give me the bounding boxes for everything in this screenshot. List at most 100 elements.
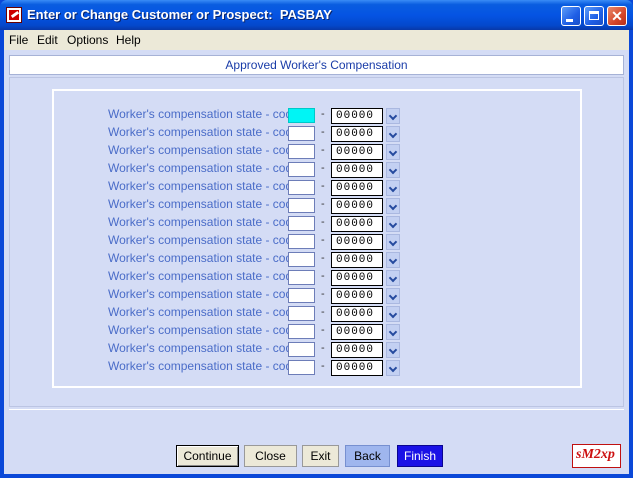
smxp-logo: sM2xp: [572, 444, 621, 468]
state-input[interactable]: [288, 324, 315, 339]
menu-options[interactable]: Options: [67, 33, 108, 47]
code-dropdown-button[interactable]: [386, 180, 400, 196]
minimize-button[interactable]: [561, 6, 581, 26]
code-input[interactable]: 00000: [331, 198, 383, 214]
row-dash: -: [321, 180, 325, 192]
close-icon: ✕: [611, 8, 623, 24]
window-title: Enter or Change Customer or Prospect: PA…: [27, 7, 332, 22]
row-dash: -: [321, 198, 325, 210]
row-dash: -: [321, 108, 325, 120]
form-content: Approved Worker's Compensation Worker's …: [4, 50, 629, 474]
code-input[interactable]: 00000: [331, 270, 383, 286]
row-dash: -: [321, 216, 325, 228]
app-icon[interactable]: [6, 7, 22, 23]
title-bar[interactable]: Enter or Change Customer or Prospect: PA…: [0, 0, 633, 30]
separator: [9, 409, 624, 410]
code-dropdown-button[interactable]: [386, 252, 400, 268]
code-dropdown-button[interactable]: [386, 270, 400, 286]
code-dropdown-button[interactable]: [386, 324, 400, 340]
row-dash: -: [321, 270, 325, 282]
close-window-button[interactable]: ✕: [607, 6, 627, 26]
finish-button[interactable]: Finish: [397, 445, 443, 467]
comp-row-label: Worker's compensation state - code: [108, 251, 299, 265]
code-input[interactable]: 00000: [331, 180, 383, 196]
comp-row-label: Worker's compensation state - code: [108, 215, 299, 229]
logo-text: sM2xp: [576, 447, 615, 462]
comp-row-label: Worker's compensation state - code: [108, 197, 299, 211]
row-dash: -: [321, 306, 325, 318]
row-dash: -: [321, 288, 325, 300]
maximize-button[interactable]: [584, 6, 604, 26]
code-input[interactable]: 00000: [331, 252, 383, 268]
row-dash: -: [321, 324, 325, 336]
code-input[interactable]: 00000: [331, 234, 383, 250]
row-dash: -: [321, 360, 325, 372]
state-input[interactable]: [288, 270, 315, 285]
code-input[interactable]: 00000: [331, 360, 383, 376]
menu-edit[interactable]: Edit: [37, 33, 58, 47]
code-dropdown-button[interactable]: [386, 198, 400, 214]
code-input[interactable]: 00000: [331, 216, 383, 232]
code-input[interactable]: 00000: [331, 144, 383, 160]
menu-file[interactable]: File: [9, 33, 28, 47]
comp-row-label: Worker's compensation state - code: [108, 305, 299, 319]
code-dropdown-button[interactable]: [386, 342, 400, 358]
state-input[interactable]: [288, 108, 315, 123]
comp-row-label: Worker's compensation state - code: [108, 179, 299, 193]
code-input[interactable]: 00000: [331, 342, 383, 358]
code-dropdown-button[interactable]: [386, 306, 400, 322]
comp-row-label: Worker's compensation state - code: [108, 143, 299, 157]
state-input[interactable]: [288, 234, 315, 249]
row-dash: -: [321, 162, 325, 174]
comp-row-label: Worker's compensation state - code: [108, 107, 299, 121]
state-input[interactable]: [288, 198, 315, 213]
comp-row-label: Worker's compensation state - code: [108, 125, 299, 139]
comp-row-label: Worker's compensation state - code: [108, 287, 299, 301]
back-button[interactable]: Back: [345, 445, 390, 467]
code-dropdown-button[interactable]: [386, 360, 400, 376]
code-dropdown-button[interactable]: [386, 234, 400, 250]
client-area: File Edit Options Help Approved Worker's…: [4, 30, 629, 474]
state-input[interactable]: [288, 144, 315, 159]
menu-bar: File Edit Options Help: [4, 30, 629, 50]
code-dropdown-button[interactable]: [386, 288, 400, 304]
code-input[interactable]: 00000: [331, 324, 383, 340]
app-window: Enter or Change Customer or Prospect: PA…: [0, 0, 633, 478]
row-dash: -: [321, 342, 325, 354]
close-button[interactable]: Close: [244, 445, 297, 467]
state-input[interactable]: [288, 216, 315, 231]
continue-button[interactable]: Continue: [176, 445, 239, 467]
state-input[interactable]: [288, 360, 315, 375]
row-dash: -: [321, 126, 325, 138]
code-input[interactable]: 00000: [331, 108, 383, 124]
code-input[interactable]: 00000: [331, 162, 383, 178]
code-input[interactable]: 00000: [331, 126, 383, 142]
comp-row-label: Worker's compensation state - code: [108, 323, 299, 337]
code-dropdown-button[interactable]: [386, 144, 400, 160]
comp-row-label: Worker's compensation state - code: [108, 233, 299, 247]
code-input[interactable]: 00000: [331, 306, 383, 322]
comp-row-label: Worker's compensation state - code: [108, 161, 299, 175]
section-header: Approved Worker's Compensation: [9, 55, 624, 75]
state-input[interactable]: [288, 126, 315, 141]
state-input[interactable]: [288, 180, 315, 195]
comp-row-label: Worker's compensation state - code: [108, 341, 299, 355]
menu-help[interactable]: Help: [116, 33, 141, 47]
code-dropdown-button[interactable]: [386, 126, 400, 142]
section-title: Approved Worker's Compensation: [225, 58, 408, 72]
state-input[interactable]: [288, 288, 315, 303]
comp-row-label: Worker's compensation state - code: [108, 359, 299, 373]
state-input[interactable]: [288, 162, 315, 177]
row-dash: -: [321, 252, 325, 264]
state-input[interactable]: [288, 252, 315, 267]
code-dropdown-button[interactable]: [386, 162, 400, 178]
row-dash: -: [321, 234, 325, 246]
state-input[interactable]: [288, 306, 315, 321]
code-input[interactable]: 00000: [331, 288, 383, 304]
state-input[interactable]: [288, 342, 315, 357]
row-dash: -: [321, 144, 325, 156]
code-dropdown-button[interactable]: [386, 216, 400, 232]
code-dropdown-button[interactable]: [386, 108, 400, 124]
comp-row-label: Worker's compensation state - code: [108, 269, 299, 283]
exit-button[interactable]: Exit: [302, 445, 339, 467]
